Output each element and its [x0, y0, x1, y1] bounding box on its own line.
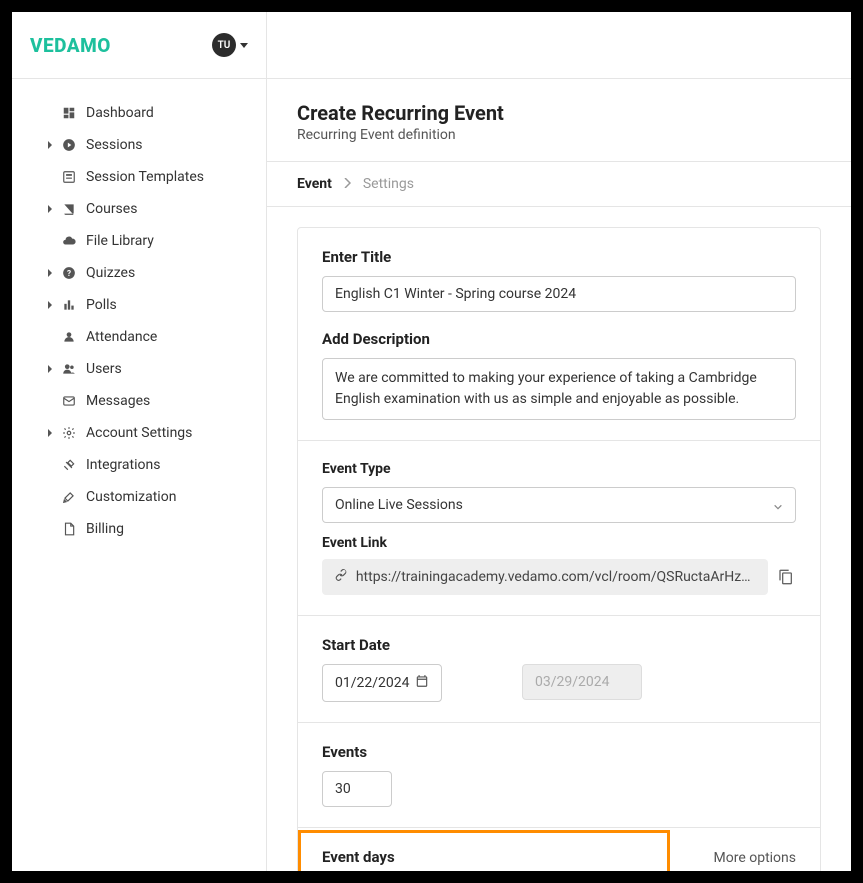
sidebar-item-account-settings[interactable]: Account Settings [12, 417, 266, 449]
sidebar: VEDAMO TU Dashboard Sessions Session Templ… [12, 12, 267, 871]
end-date-value: 03/29/2024 [535, 674, 610, 690]
expand-caret-icon [48, 429, 52, 437]
expand-caret-icon [48, 205, 52, 213]
event-type-select[interactable]: Online Live Sessions [322, 487, 796, 523]
more-options-link[interactable]: More options [714, 850, 797, 866]
sidebar-item-label: Sessions [86, 137, 143, 153]
page-subtitle: Recurring Event definition [297, 127, 821, 143]
book-icon [62, 202, 76, 216]
help-icon: ? [62, 266, 76, 280]
svg-text:?: ? [67, 268, 71, 278]
sidebar-item-label: Account Settings [86, 425, 192, 441]
expand-caret-icon [48, 301, 52, 309]
end-date-input: 03/29/2024 [522, 664, 642, 700]
breadcrumb: Event Settings [267, 161, 851, 207]
sidebar-item-label: Users [86, 361, 122, 377]
user-menu[interactable]: TU [212, 33, 248, 57]
sidebar-item-label: Messages [86, 393, 150, 409]
gear-icon [62, 426, 76, 440]
breadcrumb-settings[interactable]: Settings [363, 176, 414, 192]
description-label: Add Description [322, 330, 796, 348]
copy-link-button[interactable] [776, 559, 796, 595]
cloud-icon [62, 234, 76, 248]
chart-icon [62, 298, 76, 312]
sidebar-item-label: Dashboard [86, 105, 154, 121]
start-date-input[interactable]: 01/22/2024 [322, 664, 442, 702]
sidebar-item-customization[interactable]: Customization [12, 481, 266, 513]
page-title: Create Recurring Event [297, 101, 821, 125]
nav-list: Dashboard Sessions Session Templates Course… [12, 79, 266, 871]
chevron-right-icon [344, 176, 351, 192]
sidebar-item-label: Courses [86, 201, 137, 217]
dashboard-icon [62, 106, 76, 120]
tools-icon [62, 490, 76, 504]
mail-icon [62, 394, 76, 408]
calendar-icon [415, 674, 429, 692]
expand-caret-icon [48, 141, 52, 149]
event-type-value: Online Live Sessions [335, 497, 463, 513]
sidebar-item-polls[interactable]: Polls [12, 289, 266, 321]
topbar [267, 12, 851, 79]
start-date-value: 01/22/2024 [335, 675, 410, 691]
play-icon [62, 138, 76, 152]
sidebar-item-quizzes[interactable]: ? Quizzes [12, 257, 266, 289]
sidebar-item-dashboard[interactable]: Dashboard [12, 97, 266, 129]
events-count-input[interactable] [322, 771, 392, 807]
sidebar-item-label: File Library [86, 233, 154, 249]
title-label: Enter Title [322, 248, 796, 266]
event-type-label: Event Type [322, 461, 796, 477]
sidebar-item-attendance[interactable]: Attendance [12, 321, 266, 353]
expand-caret-icon [48, 365, 52, 373]
main: Create Recurring Event Recurring Event d… [267, 12, 851, 871]
sidebar-item-label: Attendance [86, 329, 157, 345]
brand-logo[interactable]: VEDAMO [30, 34, 111, 57]
sidebar-item-integrations[interactable]: Integrations [12, 449, 266, 481]
chevron-down-icon [773, 500, 783, 510]
template-icon [62, 170, 76, 184]
events-count-label: Events [322, 743, 796, 761]
sidebar-item-label: Customization [86, 489, 176, 505]
sidebar-item-session-templates[interactable]: Session Templates [12, 161, 266, 193]
start-date-label: Start Date [322, 636, 796, 654]
sidebar-item-messages[interactable]: Messages [12, 385, 266, 417]
doc-icon [62, 522, 76, 536]
caret-down-icon [240, 43, 248, 48]
sidebar-item-label: Session Templates [86, 169, 204, 185]
sidebar-item-courses[interactable]: Courses [12, 193, 266, 225]
avatar: TU [212, 33, 236, 57]
event-link-box: https://trainingacademy.vedamo.com/vcl/r… [322, 559, 768, 595]
sidebar-item-label: Polls [86, 297, 117, 313]
event-link-value: https://trainingacademy.vedamo.com/vcl/r… [356, 569, 756, 585]
description-input[interactable]: We are committed to making your experien… [322, 358, 796, 420]
event-link-label: Event Link [322, 535, 796, 551]
person-icon [62, 330, 76, 344]
expand-caret-icon [48, 269, 52, 277]
sidebar-item-file-library[interactable]: File Library [12, 225, 266, 257]
title-input[interactable] [322, 276, 796, 312]
sidebar-item-label: Quizzes [86, 265, 135, 281]
sidebar-item-label: Integrations [86, 457, 160, 473]
breadcrumb-event[interactable]: Event [297, 176, 332, 192]
sidebar-item-users[interactable]: Users [12, 353, 266, 385]
sidebar-item-label: Billing [86, 521, 124, 537]
link-icon [334, 568, 348, 586]
sidebar-item-sessions[interactable]: Sessions [12, 129, 266, 161]
plug-icon [62, 458, 76, 472]
users-icon [62, 362, 76, 376]
sidebar-item-billing[interactable]: Billing [12, 513, 266, 545]
